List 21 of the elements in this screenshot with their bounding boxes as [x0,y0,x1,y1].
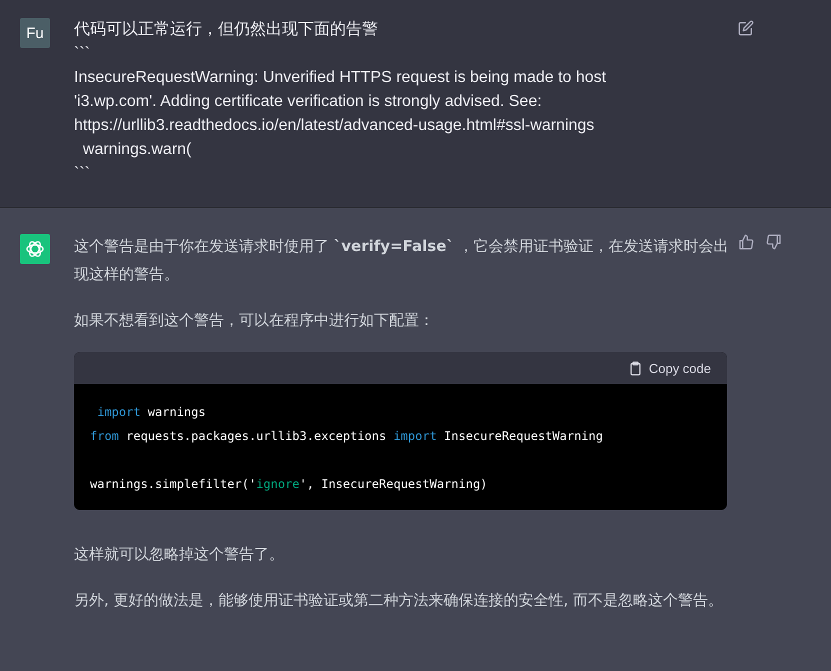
message-text: warnings.warn( [82,140,192,160]
message-text: 代码可以正常运行，但仍然出现下面的告警 [74,20,379,40]
edit-icon[interactable] [738,20,754,36]
message-text: ``` [74,164,91,184]
code-line: from requests.packages.urllib3.exceptions import InsecureRequestWarning [90,428,604,445]
code-line: import warnings [96,404,207,421]
message-text: ``` [74,44,91,64]
copy-code-button[interactable]: Copy code [626,358,713,378]
user-avatar: Fu [20,18,50,48]
answer-text: 另外, 更好的做法是，能够使用证书验证或第二种方法来确保连接的安全性, 而不是忽略这个警告。 [74,590,724,611]
answer-text: 这个警告是由于你在发送请求时使用了 `verify=False` ，它会禁用证书验证，在发送请求时会出现这样的警告。 [74,236,730,285]
answer-text: 如果不想看到这个警告，可以在程序中进行如下配置： [74,310,435,331]
assistant-avatar [20,234,50,264]
thumbs-down-icon[interactable] [766,234,782,250]
message-text: InsecureRequestWarning: Unverified HTTPS request is being made to host [74,68,608,88]
clipboard-icon [628,360,643,376]
message-text: 'i3.wp.com'. Adding certificate verification is strongly advised. See: [74,92,543,112]
thumbs-up-icon[interactable] [738,234,754,250]
message-text: https://urllib3.readthedocs.io/en/latest/advanced-usage.html#ssl-warnings [74,116,596,136]
code-line: warnings.simplefilter('ignore', InsecureRequestWarning) [90,476,488,493]
answer-text: 这样就可以忽略掉这个警告了。 [74,544,285,565]
